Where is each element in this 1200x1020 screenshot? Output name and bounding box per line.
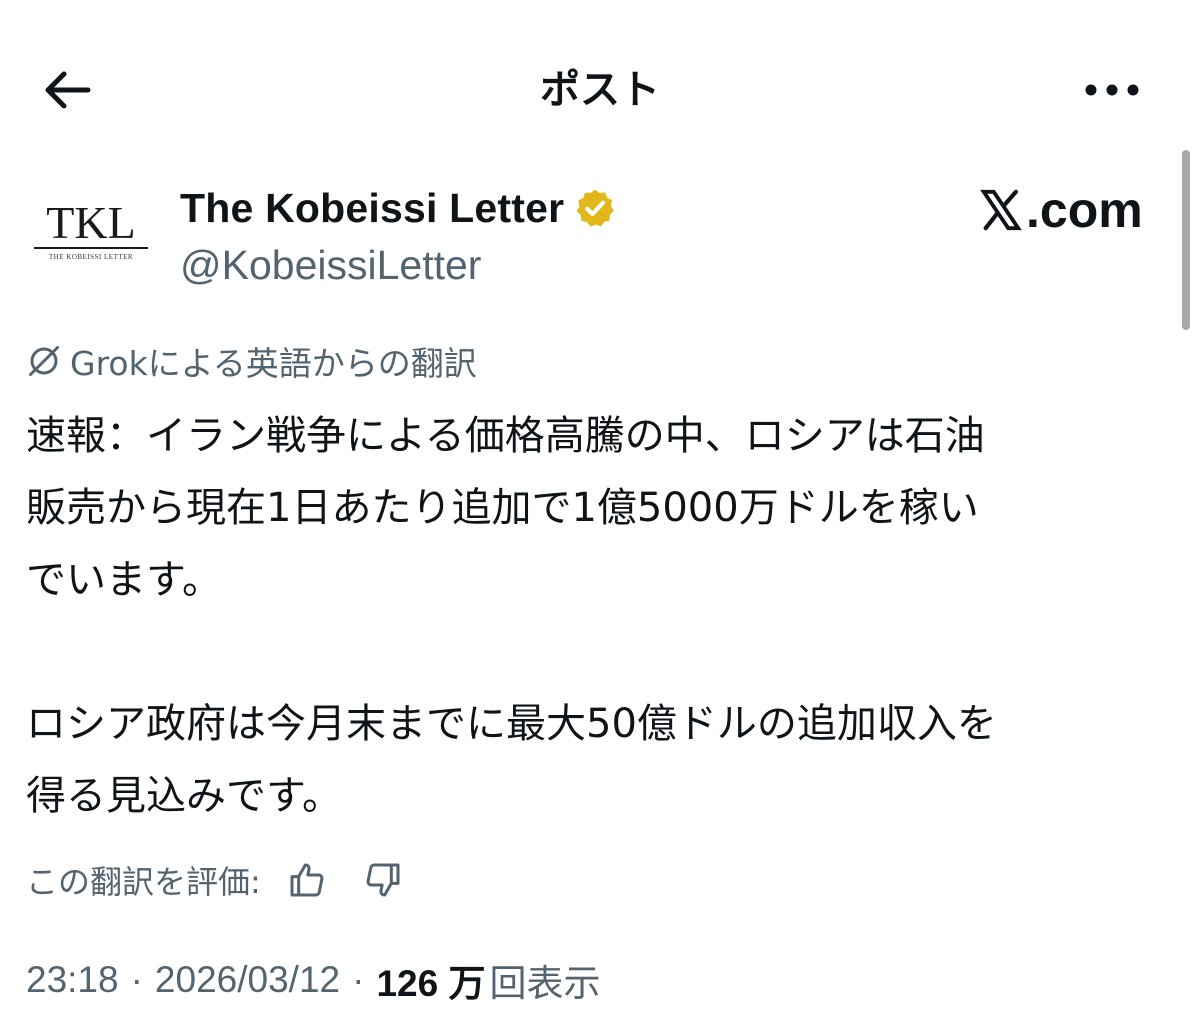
author-handle[interactable]: @KobeissiLetter: [180, 240, 481, 290]
scrollbar[interactable]: [1182, 150, 1190, 330]
views-count[interactable]: 126 万: [376, 953, 485, 1007]
grok-icon: [29, 346, 59, 376]
rate-translation-label: この翻訳を評価:: [26, 863, 261, 901]
avatar-logo-subtext: THE KOBEISSI LETTER: [49, 253, 133, 261]
watermark-text: .com: [1026, 182, 1143, 238]
thumbs-down-icon: [366, 863, 400, 897]
more-horizontal-icon: [1085, 84, 1139, 96]
post-text-line: 速報：イラン戦争による価格高騰の中、ロシアは石油: [26, 413, 985, 459]
post-meta: 23:18 · 2026/03/12 · 126 万 回表示: [26, 952, 600, 1008]
translation-label-text: Grokによる英語からの翻訳: [70, 344, 477, 383]
translation-label[interactable]: Grokによる英語からの翻訳: [26, 336, 477, 386]
post-detail-page: ポスト TKL THE KOBEISSI LETTER The Kobeissi…: [0, 0, 1200, 1020]
x-logo-icon: [980, 189, 1022, 231]
author-name-row[interactable]: The Kobeissi Letter: [180, 180, 616, 236]
avatar-logo-text: TKL: [46, 197, 135, 248]
verified-badge-icon: [576, 189, 615, 227]
views-label: 回表示: [489, 963, 601, 1004]
post-text-line: 得る見込みです。: [26, 773, 342, 819]
meta-separator: ·: [352, 959, 365, 1000]
avatar[interactable]: TKL THE KOBEISSI LETTER: [26, 188, 156, 278]
post-date[interactable]: 2026/03/12: [155, 959, 340, 1001]
xcom-watermark: .com: [978, 182, 1143, 238]
post-text-line: ロシア政府は今月末までに最大50億ドルの追加収入を: [26, 701, 997, 747]
thumbs-down-button[interactable]: [359, 856, 407, 904]
post-text-line: 販売から現在1日あたり追加で1億5000万ドルを稼い: [26, 485, 979, 531]
post-text-line: でいます。: [26, 557, 222, 603]
post-time[interactable]: 23:18: [26, 959, 119, 1001]
rate-translation-row: この翻訳を評価:: [26, 852, 407, 908]
page-title: ポスト: [540, 67, 660, 113]
thumbs-up-button[interactable]: [283, 856, 331, 904]
meta-separator: ·: [130, 959, 143, 1000]
more-options-button[interactable]: [1080, 62, 1144, 118]
post-text: 速報：イラン戦争による価格高騰の中、ロシアは石油 販売から現在1日あたり追加で1…: [26, 400, 1176, 832]
author-name[interactable]: The Kobeissi Letter: [180, 185, 564, 232]
thumbs-up-icon: [290, 863, 324, 897]
